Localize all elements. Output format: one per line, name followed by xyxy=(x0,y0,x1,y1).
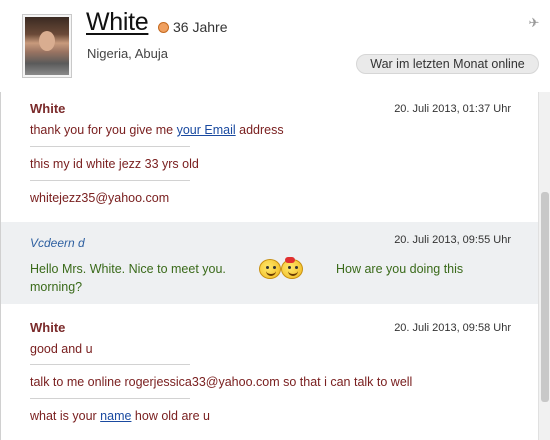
message-time: 20. Juli 2013, 01:37 Uhr xyxy=(394,103,511,115)
line-divider xyxy=(30,364,190,365)
message-time: 20. Juli 2013, 09:55 Uhr xyxy=(394,234,511,246)
message-sender[interactable]: White xyxy=(30,101,65,116)
line-divider xyxy=(30,180,190,181)
message-line: what is your name how old are u xyxy=(30,409,210,423)
message-text: morning? xyxy=(30,280,83,294)
scrollbar-thumb[interactable] xyxy=(541,192,549,402)
message-line: talk to me online rogerjessica33@yahoo.c… xyxy=(30,375,413,389)
profile-location: Nigeria, Abuja xyxy=(87,46,168,61)
online-status-badge: War im letzten Monat online xyxy=(356,54,539,74)
message-line: thank you for you give me your Email add… xyxy=(30,123,284,137)
message-line: good and u xyxy=(30,342,93,356)
line-divider xyxy=(30,146,190,147)
message-line: this my id white jezz 33 yrs old xyxy=(30,157,199,171)
message-line: whitejezz35@yahoo.com xyxy=(30,191,170,205)
message-item: Vcdeern d 20. Juli 2013, 09:55 Uhr Hello… xyxy=(1,222,550,304)
message-time: 20. Juli 2013, 09:58 Uhr xyxy=(394,322,511,334)
message-text: Hello Mrs. White. Nice to meet you. xyxy=(30,262,226,276)
message-item: White 20. Juli 2013, 01:37 Uhr thank you… xyxy=(1,92,550,220)
smiley-couple-icon xyxy=(259,257,309,281)
message-sender[interactable]: Vcdeern d xyxy=(30,236,85,250)
gender-icon xyxy=(158,22,169,33)
message-item: White 20. Juli 2013, 09:58 Uhr good and … xyxy=(1,306,550,440)
line-divider xyxy=(30,398,190,399)
pin-icon[interactable]: ✈ xyxy=(527,16,541,30)
avatar[interactable] xyxy=(22,14,72,78)
email-link[interactable]: your Email xyxy=(177,123,236,137)
profile-age: 36 Jahre xyxy=(173,19,228,35)
avatar-photo xyxy=(25,17,69,75)
message-thread: White 20. Juli 2013, 01:37 Uhr thank you… xyxy=(0,92,550,440)
name-link[interactable]: name xyxy=(100,409,131,423)
message-sender[interactable]: White xyxy=(30,320,65,335)
profile-header: White 36 Jahre Nigeria, Abuja ✈ War im l… xyxy=(0,0,550,92)
profile-name[interactable]: White xyxy=(86,8,149,37)
message-text: How are you doing this xyxy=(336,262,464,276)
scrollbar[interactable] xyxy=(538,92,550,440)
